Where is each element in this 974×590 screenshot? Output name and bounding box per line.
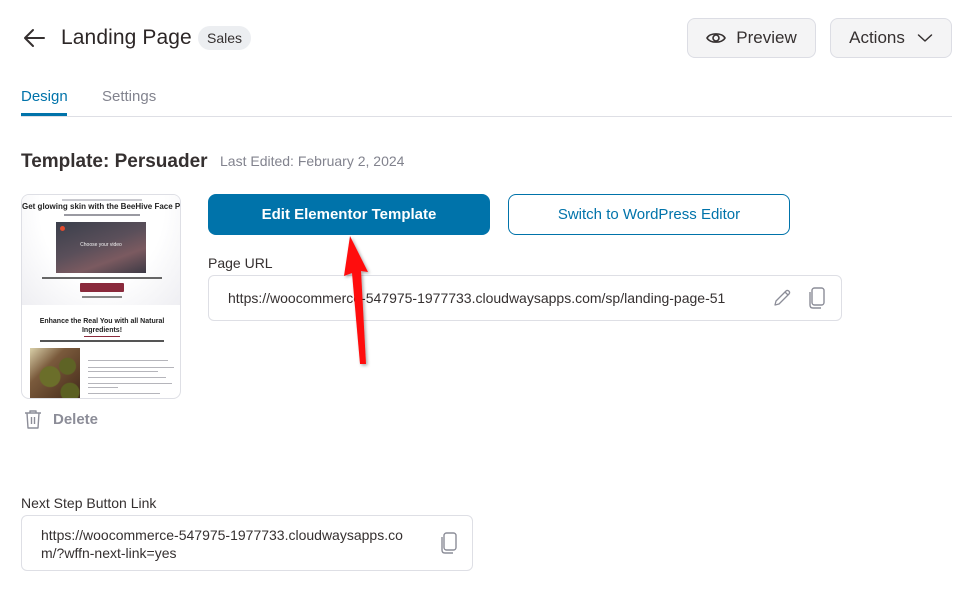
step-type-badge: Sales	[198, 26, 252, 50]
thumbnail-subheadline	[64, 214, 140, 216]
copy-icon	[441, 532, 457, 554]
edit-elementor-template-button[interactable]: Edit Elementor Template	[208, 194, 490, 235]
delete-label: Delete	[53, 410, 99, 428]
thumbnail-caption	[42, 277, 162, 279]
thumbnail-headline: Get glowing skin with the BeeHive Face P…	[22, 202, 181, 211]
pencil-icon	[774, 289, 791, 306]
thumbnail-cta	[80, 283, 124, 292]
preview-button[interactable]: Preview	[687, 18, 816, 58]
thumbnail-text-line	[88, 383, 172, 384]
thumbnail-text-line	[88, 377, 166, 378]
arrow-left-icon	[24, 29, 45, 47]
tab-settings[interactable]: Settings	[102, 88, 156, 105]
thumbnail-text-line	[88, 367, 174, 368]
copy-next-step-link-button[interactable]	[438, 531, 460, 555]
chevron-down-icon	[917, 34, 933, 42]
video-logo-icon	[60, 226, 65, 231]
active-tab-indicator	[21, 113, 67, 116]
page-url-value: https://woocommerce-547975-1977733.cloud…	[228, 290, 726, 306]
page-url-label: Page URL	[208, 255, 273, 271]
eye-icon	[706, 33, 727, 43]
thumbnail-text-line	[88, 393, 160, 394]
thumbnail-note	[82, 296, 122, 298]
next-step-link-value: https://woocommerce-547975-1977733.cloud…	[41, 527, 403, 561]
next-step-link-field[interactable]: https://woocommerce-547975-1977733.cloud…	[21, 515, 473, 571]
delete-template-button[interactable]: Delete	[24, 409, 98, 429]
template-thumbnail[interactable]: Get glowing skin with the BeeHive Face P…	[21, 194, 181, 399]
copy-icon	[809, 287, 825, 309]
thumbnail-section-heading: Enhance the Real You with all Natural In…	[39, 318, 165, 334]
back-button[interactable]	[20, 24, 48, 52]
thumbnail-section-sub	[40, 340, 164, 342]
tab-design[interactable]: Design	[21, 88, 68, 105]
thumbnail-video: Choose your video	[56, 222, 146, 273]
switch-to-wordpress-editor-button[interactable]: Switch to WordPress Editor	[508, 194, 790, 235]
tabs-divider	[21, 116, 952, 117]
thumbnail-text-line	[88, 360, 168, 361]
actions-label: Actions	[849, 28, 905, 47]
copy-url-button[interactable]	[806, 286, 828, 310]
page-url-field[interactable]: https://woocommerce-547975-1977733.cloud…	[208, 275, 842, 321]
preview-label: Preview	[736, 28, 797, 47]
page-title: Landing Page	[61, 26, 192, 49]
edit-url-button[interactable]	[771, 287, 793, 309]
actions-dropdown[interactable]: Actions	[830, 18, 952, 58]
last-edited: Last Edited: February 2, 2024	[220, 153, 405, 169]
thumbnail-product-image	[30, 348, 80, 398]
thumbnail-text-line	[88, 387, 118, 388]
thumbnail-topline	[62, 199, 142, 201]
thumbnail-rule	[84, 336, 120, 337]
template-title: Template: Persuader	[21, 151, 208, 172]
thumbnail-text-line	[88, 371, 158, 372]
trash-icon	[25, 410, 41, 429]
thumbnail-video-text: Choose your video	[80, 242, 122, 248]
next-step-link-label: Next Step Button Link	[21, 495, 157, 511]
